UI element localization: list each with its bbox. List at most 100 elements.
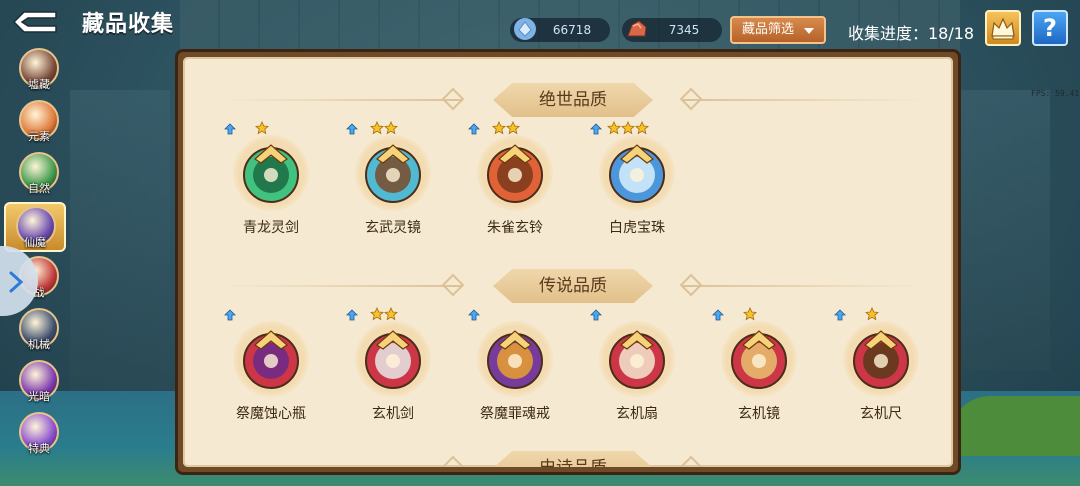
divider-diamond-icon (441, 455, 465, 467)
sidebar-item-label: 机械 (28, 338, 50, 351)
star-rating (607, 121, 649, 135)
star-icon (492, 121, 506, 135)
divider-line (683, 285, 923, 287)
star-icon (607, 121, 621, 135)
divider-diamond-icon (441, 273, 465, 297)
collection-filter-button[interactable]: 藏品筛选 (730, 16, 826, 44)
collectible-artwork-icon (853, 330, 909, 389)
sidebar-item-label: 墟藏 (28, 78, 50, 91)
star-icon (621, 121, 635, 135)
star-icon (370, 307, 384, 321)
divider-line (683, 99, 923, 101)
background-grass (950, 396, 1080, 456)
crystal-icon (514, 18, 536, 40)
upgrade-arrow-icon (712, 309, 724, 321)
collectible-artwork-icon (243, 144, 299, 203)
back-button[interactable] (10, 8, 60, 36)
collectible-item[interactable]: 祭魔罪魂戒 (460, 309, 570, 429)
filter-label: 藏品筛选 (742, 22, 795, 37)
item-name: 玄机剑 (372, 406, 414, 422)
collection-panel-content[interactable]: 绝世品质青龙灵剑 玄武灵镜 朱雀玄铃 白虎宝珠传说品质祭魔蚀心瓶 玄机剑 祭魔罪魂戒 玄机扇… (183, 57, 953, 467)
collectible-item[interactable]: 祭魔蚀心瓶 (216, 309, 326, 429)
item-name: 朱雀玄铃 (487, 220, 543, 236)
star-rating (370, 121, 398, 135)
sidebar-item[interactable]: 元素 (14, 98, 64, 148)
sidebar-item-label: 光暗 (28, 390, 50, 403)
star-icon (506, 121, 520, 135)
fps-counter: FPS: 59.41 (1031, 89, 1080, 98)
section-title: 绝世品质 (539, 90, 607, 110)
item-name: 玄机镜 (738, 406, 780, 422)
collectible-artwork-icon (609, 144, 665, 203)
item-name: 玄机尺 (860, 406, 902, 422)
item-name: 玄武灵镜 (365, 220, 421, 236)
star-icon (370, 121, 384, 135)
sidebar-item[interactable]: 机械 (14, 306, 64, 356)
collectible-artwork-icon (487, 330, 543, 389)
divider-line (223, 99, 463, 101)
collectible-item[interactable]: 玄机扇 (582, 309, 692, 429)
star-rating (743, 307, 757, 321)
item-name: 青龙灵剑 (243, 220, 299, 236)
ore-amount: 7345 (668, 23, 700, 37)
upgrade-arrow-icon (590, 123, 602, 135)
collectible-item[interactable]: 朱雀玄铃 (460, 121, 570, 243)
sidebar-item[interactable]: 特典 (14, 410, 64, 460)
section-header: 传说品质 (183, 269, 953, 305)
star-icon (635, 121, 649, 135)
item-name: 祭魔罪魂戒 (480, 406, 550, 422)
sidebar-item-label: 元素 (28, 130, 50, 143)
sidebar-item[interactable]: 仙魔 (4, 202, 66, 252)
dropdown-arrow-icon (804, 28, 814, 34)
divider-diamond-icon (441, 87, 465, 111)
collectible-artwork-icon (609, 330, 665, 389)
collectible-item[interactable]: 玄机镜 (704, 307, 814, 429)
upgrade-arrow-icon (224, 309, 236, 321)
sidebar-item[interactable]: 光暗 (14, 358, 64, 408)
upgrade-arrow-icon (346, 123, 358, 135)
sidebar-item-label: 特典 (28, 442, 50, 455)
ore-icon (627, 20, 647, 37)
item-name: 祭魔蚀心瓶 (236, 406, 306, 422)
star-icon (743, 307, 757, 321)
reward-button[interactable] (985, 10, 1021, 46)
item-name: 玄机扇 (616, 406, 658, 422)
ore-currency: 7345 (622, 18, 722, 42)
divider-diamond-icon (679, 455, 703, 467)
collectible-artwork-icon (365, 330, 421, 389)
section-title: 史诗品质 (493, 451, 653, 467)
upgrade-arrow-icon (468, 309, 480, 321)
collectible-item[interactable]: 玄机尺 (826, 307, 936, 429)
collectible-item[interactable]: 青龙灵剑 (216, 121, 326, 243)
collectible-item[interactable]: 玄机剑 (338, 307, 448, 429)
upgrade-arrow-icon (224, 123, 236, 135)
collection-progress: 收集进度：18/18 (848, 24, 975, 43)
star-icon (384, 121, 398, 135)
section-header: 绝世品质 (183, 83, 953, 119)
sidebar-item[interactable]: 墟藏 (14, 46, 64, 96)
back-arrow-icon (12, 11, 57, 33)
collectible-item[interactable]: 白虎宝珠 (582, 121, 692, 243)
collectible-item[interactable]: 玄武灵镜 (338, 121, 448, 243)
divider-line (223, 285, 463, 287)
star-rating (865, 307, 879, 321)
sidebar-item[interactable]: 自然 (14, 150, 64, 200)
chevron-right-icon (9, 271, 24, 293)
star-icon (255, 121, 269, 135)
collection-panel: 绝世品质青龙灵剑 玄武灵镜 朱雀玄铃 白虎宝珠传说品质祭魔蚀心瓶 玄机剑 祭魔罪魂戒 玄机扇… (175, 49, 961, 475)
upgrade-arrow-icon (590, 309, 602, 321)
crystal-amount: 66718 (552, 23, 592, 37)
collectible-artwork-icon (365, 144, 421, 203)
section-header: 史诗品质 (183, 451, 953, 467)
upgrade-arrow-icon (468, 123, 480, 135)
sidebar-item-label: 自然 (28, 182, 50, 195)
collectible-artwork-icon (731, 330, 787, 389)
collectible-artwork-icon (243, 330, 299, 389)
help-button[interactable]: ? (1032, 10, 1068, 46)
star-icon (384, 307, 398, 321)
crown-icon (991, 17, 1015, 40)
star-rating (492, 121, 520, 135)
star-rating (370, 307, 398, 321)
upgrade-arrow-icon (346, 309, 358, 321)
upgrade-arrow-icon (834, 309, 846, 321)
